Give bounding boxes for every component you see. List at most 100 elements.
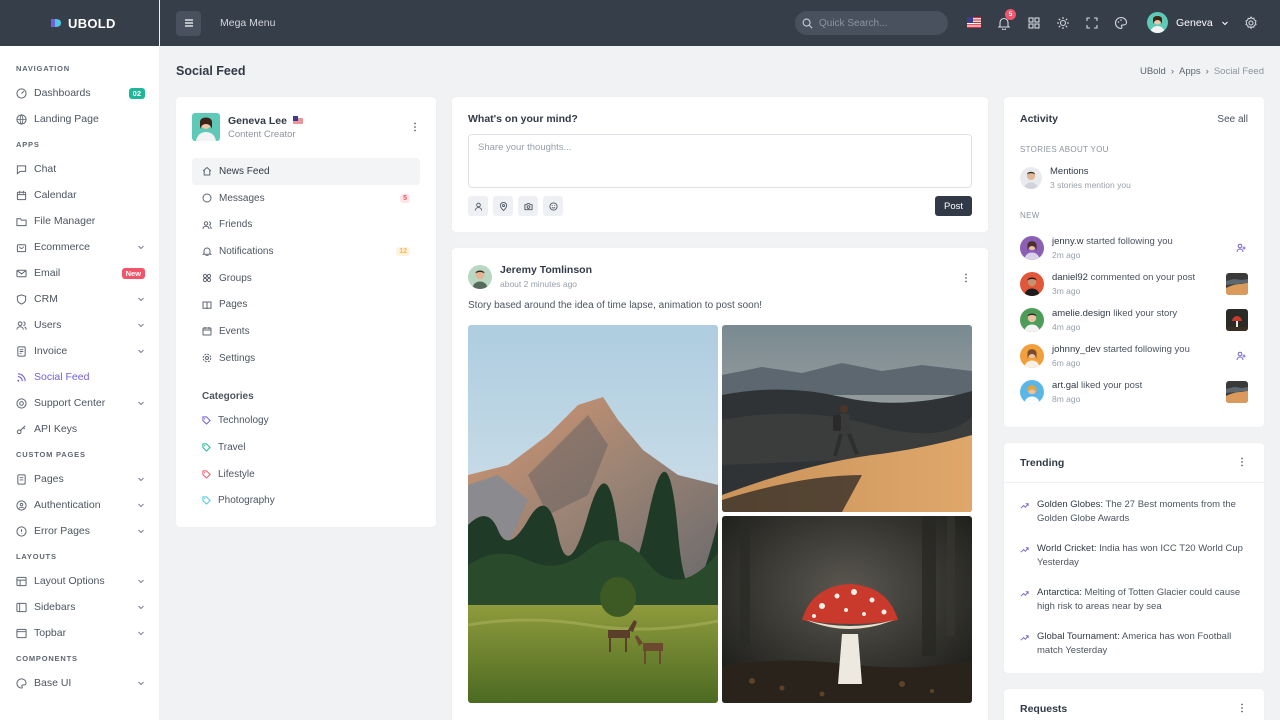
sidebar-item-landing-page[interactable]: Landing Page bbox=[0, 106, 159, 132]
sidebar-item-layout-options[interactable]: Layout Options bbox=[0, 568, 159, 594]
count-badge: 12 bbox=[396, 246, 410, 256]
menu-item-friends[interactable]: Friends bbox=[192, 211, 420, 238]
sidebar-item-dashboards[interactable]: Dashboards 02 bbox=[0, 80, 159, 106]
avatar bbox=[1147, 12, 1168, 33]
sidebar-item-sidebars[interactable]: Sidebars bbox=[0, 594, 159, 620]
trending-item[interactable]: Golden Globes: The 27 Best moments from … bbox=[1020, 498, 1244, 526]
breadcrumb-item[interactable]: UBold bbox=[1140, 66, 1166, 77]
activity-user[interactable]: jenny.w bbox=[1052, 236, 1084, 247]
tag-icon bbox=[202, 416, 211, 426]
sidebar-item-calendar[interactable]: Calendar bbox=[0, 182, 159, 208]
menu-item-news-feed[interactable]: News Feed bbox=[192, 158, 420, 185]
hamburger-icon bbox=[184, 19, 193, 27]
trending-item[interactable]: Global Tournament: America has won Footb… bbox=[1020, 630, 1244, 658]
menu-item-groups[interactable]: Groups bbox=[192, 265, 420, 292]
post-thumbnail[interactable] bbox=[1226, 381, 1248, 403]
sidebar-item-social-feed[interactable]: Social Feed bbox=[0, 364, 159, 390]
sidebar-item-error-pages[interactable]: Error Pages bbox=[0, 518, 159, 544]
follow-user-icon[interactable] bbox=[1236, 243, 1246, 253]
menu-item-messages[interactable]: Messages 5 bbox=[192, 185, 420, 212]
menu-item-label: Messages bbox=[219, 192, 265, 204]
post-photo-desert-hiker[interactable] bbox=[722, 325, 972, 512]
sidebar-item-file-manager[interactable]: File Manager bbox=[0, 208, 159, 234]
chevron-down-icon bbox=[138, 245, 144, 250]
activity-item[interactable]: art.gal liked your post 8m ago bbox=[1020, 380, 1248, 404]
chevron-down-icon bbox=[138, 401, 144, 406]
sidebar-item-base-ui[interactable]: Base UI bbox=[0, 670, 159, 696]
users-icon bbox=[16, 320, 27, 330]
section-label: STORIES ABOUT YOU bbox=[1020, 145, 1109, 154]
category-travel[interactable]: Travel bbox=[176, 434, 436, 461]
search-input[interactable] bbox=[819, 17, 929, 29]
sidebar-item-ecommerce[interactable]: Ecommerce bbox=[0, 234, 159, 260]
activity-user[interactable]: amelie.design bbox=[1052, 308, 1111, 319]
avatar[interactable] bbox=[468, 264, 492, 289]
basket-icon bbox=[16, 243, 27, 252]
sidebar-item-invoice[interactable]: Invoice bbox=[0, 338, 159, 364]
post-button[interactable]: Post bbox=[934, 196, 972, 216]
post-photo-mountain[interactable] bbox=[468, 325, 718, 703]
trending-item[interactable]: World Cricket: India has won ICC T20 Wor… bbox=[1020, 542, 1244, 570]
mega-menu-link[interactable]: Mega Menu bbox=[220, 17, 275, 29]
chevron-down-icon bbox=[138, 349, 144, 354]
menu-toggle-button[interactable] bbox=[176, 10, 201, 36]
emoji-button[interactable] bbox=[543, 196, 563, 216]
fullscreen-icon[interactable] bbox=[1085, 16, 1099, 30]
breadcrumb-item[interactable]: Apps bbox=[1179, 66, 1201, 77]
apps-grid-icon[interactable] bbox=[1027, 16, 1041, 30]
location-button[interactable] bbox=[493, 196, 513, 216]
post-photo-mushroom[interactable] bbox=[722, 516, 972, 703]
settings-gear-icon[interactable] bbox=[1244, 16, 1258, 30]
activity-item[interactable]: johnny_dev started following you 6m ago bbox=[1020, 344, 1248, 368]
sidebar-item-api-keys[interactable]: API Keys bbox=[0, 416, 159, 442]
activity-item[interactable]: daniel92 commented on your post 3m ago bbox=[1020, 272, 1248, 296]
sidebar-item-pages[interactable]: Pages bbox=[0, 466, 159, 492]
photo-button[interactable] bbox=[518, 196, 538, 216]
more-vertical-icon[interactable] bbox=[410, 122, 420, 132]
palette-icon[interactable] bbox=[1114, 16, 1128, 30]
sidebar-item-email[interactable]: Email New bbox=[0, 260, 159, 286]
activity-user[interactable]: johnny_dev bbox=[1052, 344, 1101, 355]
mentions-row[interactable]: Mentions 3 stories mention you bbox=[1020, 166, 1248, 190]
activity-user[interactable]: daniel92 bbox=[1052, 272, 1088, 283]
sun-icon[interactable] bbox=[1056, 16, 1070, 30]
avatar[interactable] bbox=[192, 113, 220, 141]
menu-item-notifications[interactable]: Notifications 12 bbox=[192, 238, 420, 265]
tag-people-button[interactable] bbox=[468, 196, 488, 216]
us-flag-icon[interactable] bbox=[967, 17, 981, 28]
search-box[interactable] bbox=[795, 11, 948, 35]
menu-item-label: News Feed bbox=[219, 165, 270, 177]
see-all-link[interactable]: See all bbox=[1217, 114, 1248, 125]
post-author[interactable]: Jeremy Tomlinson bbox=[500, 264, 592, 276]
sidebar-item-support-center[interactable]: Support Center bbox=[0, 390, 159, 416]
more-vertical-icon[interactable] bbox=[1237, 703, 1247, 713]
category-lifestyle[interactable]: Lifestyle bbox=[176, 461, 436, 488]
category-photography[interactable]: Photography bbox=[176, 488, 436, 515]
user-menu[interactable]: Geneva bbox=[1147, 12, 1229, 33]
activity-action: started following you bbox=[1103, 344, 1190, 355]
post-time: about 2 minutes ago bbox=[500, 279, 578, 289]
sidebar-item-users[interactable]: Users bbox=[0, 312, 159, 338]
sidebar-item-topbar[interactable]: Topbar bbox=[0, 620, 159, 646]
follow-user-icon[interactable] bbox=[1236, 351, 1246, 361]
activity-user[interactable]: art.gal bbox=[1052, 380, 1078, 391]
brand-logo[interactable]: UBOLD bbox=[0, 0, 159, 46]
sidebar-item-label: Chat bbox=[34, 163, 57, 175]
more-vertical-icon[interactable] bbox=[1237, 457, 1247, 467]
category-technology[interactable]: Technology bbox=[176, 408, 436, 435]
trending-item[interactable]: Antarctica: Melting of Totten Glacier co… bbox=[1020, 586, 1244, 614]
sidebar-item-authentication[interactable]: Authentication bbox=[0, 492, 159, 518]
globe-icon bbox=[16, 113, 27, 125]
more-vertical-icon[interactable] bbox=[961, 273, 971, 283]
sidebar-item-chat[interactable]: Chat bbox=[0, 156, 159, 182]
post-thumbnail[interactable] bbox=[1226, 309, 1248, 331]
menu-item-events[interactable]: Events bbox=[192, 318, 420, 345]
sidebar-item-label: Topbar bbox=[34, 627, 67, 639]
activity-item[interactable]: jenny.w started following you 2m ago bbox=[1020, 236, 1248, 260]
menu-item-pages[interactable]: Pages bbox=[192, 291, 420, 318]
post-thumbnail[interactable] bbox=[1226, 273, 1248, 295]
composer-input[interactable] bbox=[478, 142, 962, 180]
activity-item[interactable]: amelie.design liked your story 4m ago bbox=[1020, 308, 1248, 332]
menu-item-settings[interactable]: Settings bbox=[192, 345, 420, 372]
sidebar-item-crm[interactable]: CRM bbox=[0, 286, 159, 312]
